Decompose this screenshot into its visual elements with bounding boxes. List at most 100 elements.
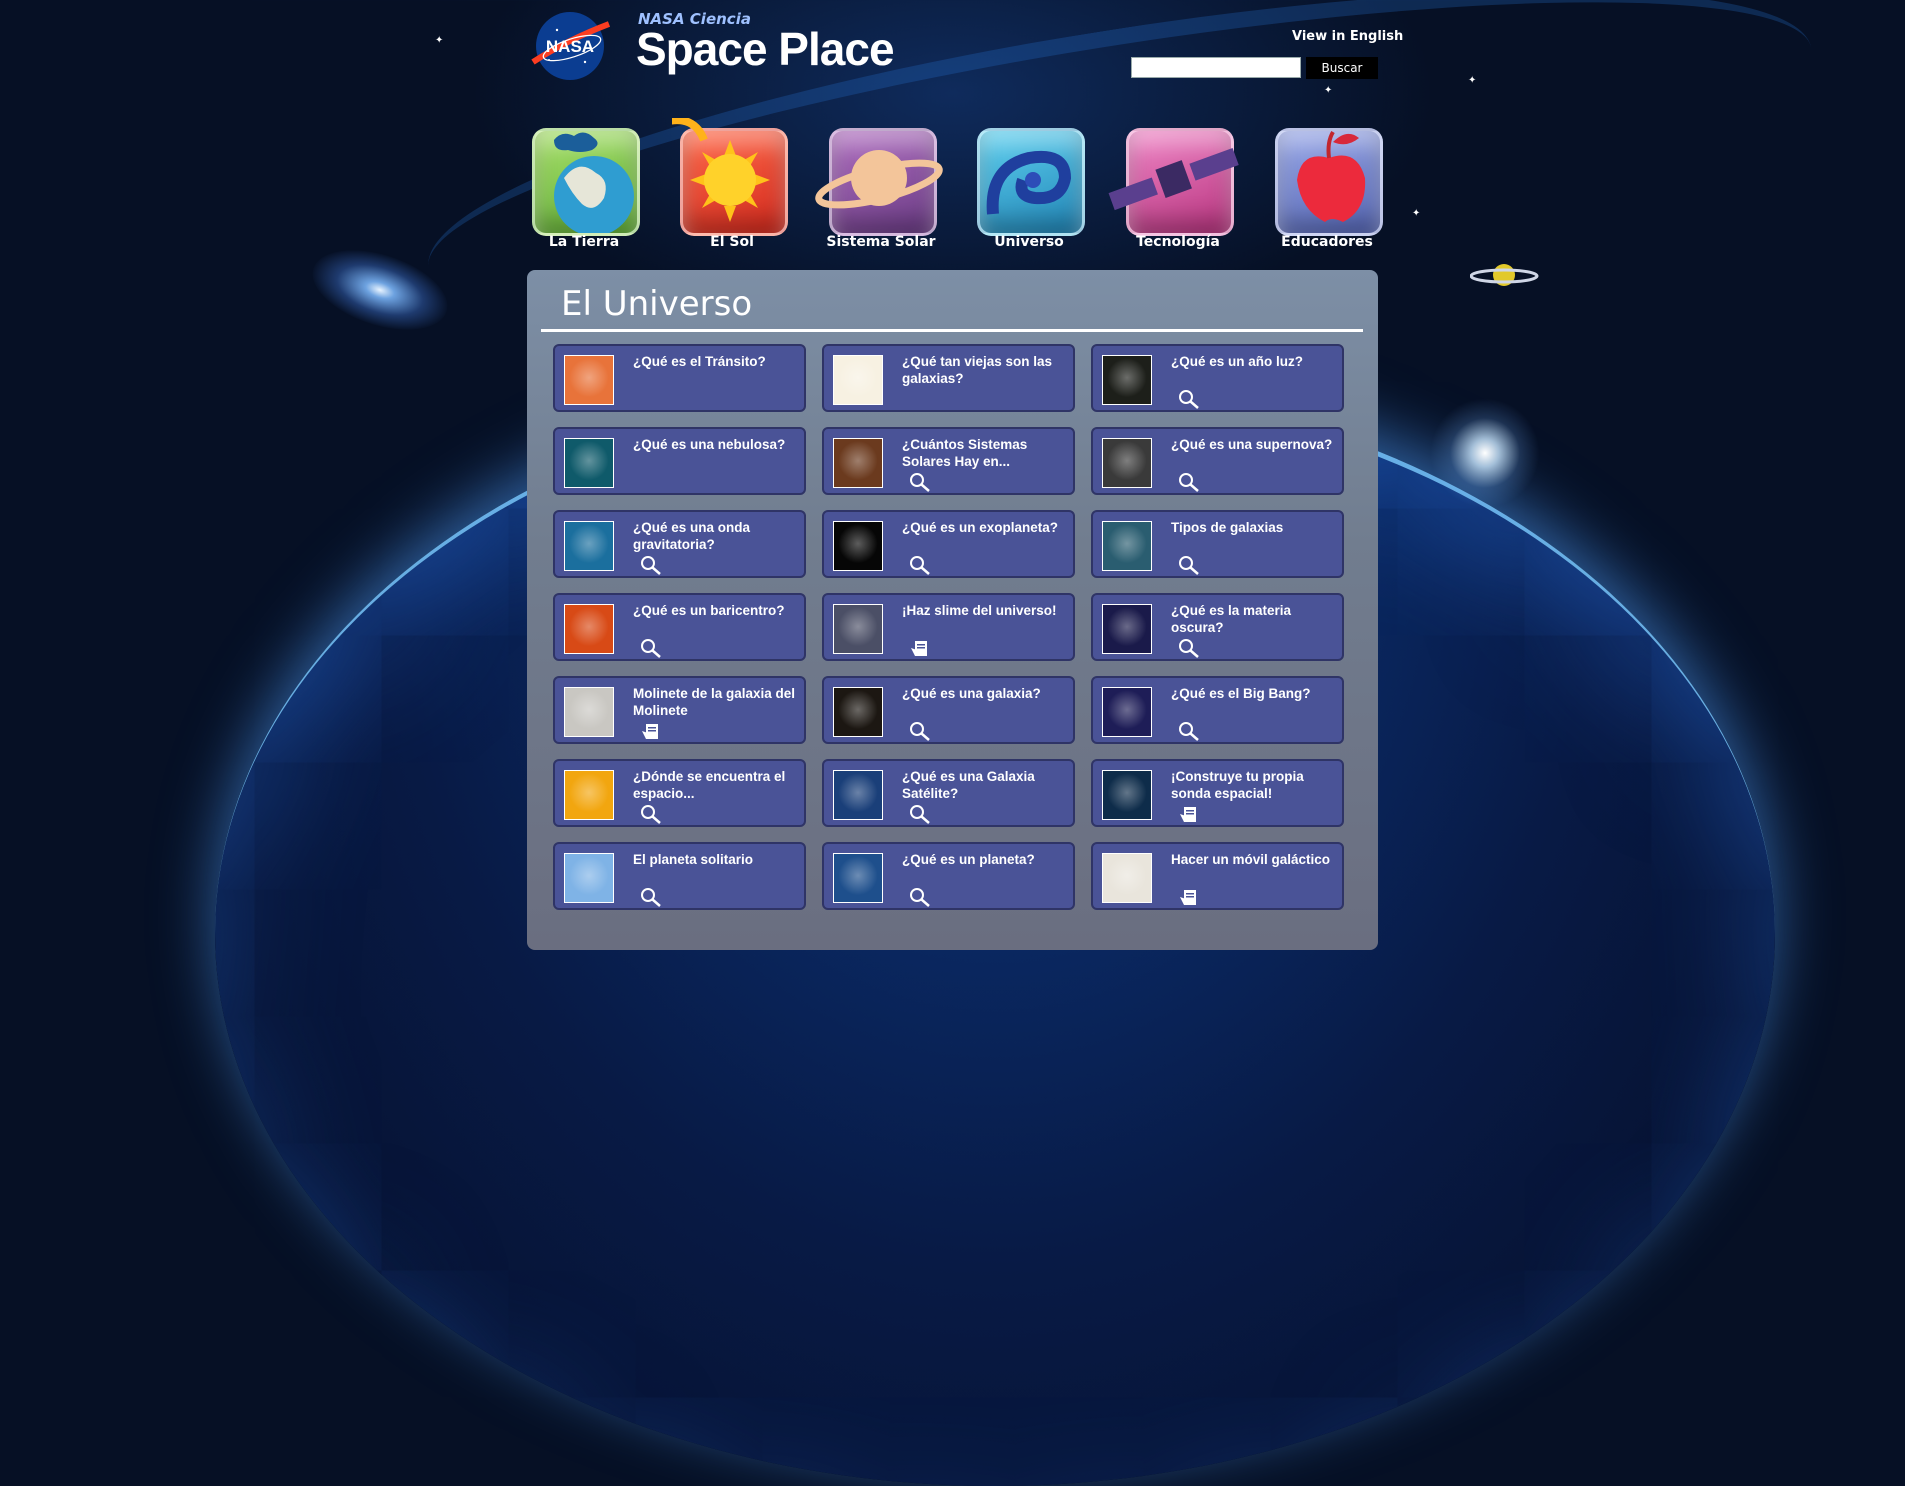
activity-icon [911, 641, 927, 656]
article-card[interactable]: ¿Qué es el Tránsito? [553, 344, 806, 412]
article-card[interactable]: ¿Cuántos Sistemas Solares Hay en... [822, 427, 1075, 495]
magnifier-icon [910, 805, 930, 824]
page-title: El Universo [561, 284, 753, 324]
magnifier-icon [910, 888, 930, 907]
article-title[interactable]: ¿Qué es una galaxia? [902, 685, 1070, 702]
article-title[interactable]: El planeta solitario [633, 851, 801, 868]
article-thumbnail [1102, 604, 1152, 654]
star-decoration: ✦ [1324, 85, 1333, 96]
article-thumbnail [833, 438, 883, 488]
magnifier-icon [1179, 390, 1199, 409]
article-title[interactable]: ¿Qué es un año luz? [1171, 353, 1339, 370]
article-thumbnail [564, 521, 614, 571]
site-logo-title[interactable]: Space Place [636, 22, 895, 76]
article-thumbnail [833, 853, 883, 903]
article-thumbnail [564, 355, 614, 405]
article-thumbnail [564, 604, 614, 654]
article-title[interactable]: ¿Qué es el Big Bang? [1171, 685, 1339, 702]
star-flare-decoration [1430, 398, 1540, 508]
article-title[interactable]: Hacer un móvil galáctico [1171, 851, 1339, 868]
activity-icon [1180, 890, 1196, 905]
article-card[interactable]: ¿Qué es una supernova? [1091, 427, 1344, 495]
activity-icon [1180, 807, 1196, 822]
magnifier-icon [641, 888, 661, 907]
article-thumbnail [564, 770, 614, 820]
article-title[interactable]: ¿Dónde se encuentra el espacio... [633, 768, 801, 802]
article-card[interactable]: ¿Qué es un planeta? [822, 842, 1075, 910]
nav-label: Universo [994, 234, 1064, 250]
article-title[interactable]: ¡Haz slime del universo! [902, 602, 1070, 619]
article-thumbnail [833, 604, 883, 654]
magnifier-icon [641, 556, 661, 575]
magnifier-icon [910, 722, 930, 741]
magnifier-icon [641, 805, 661, 824]
article-thumbnail [1102, 853, 1152, 903]
search-input[interactable] [1131, 57, 1301, 78]
article-thumbnail [1102, 687, 1152, 737]
article-title[interactable]: ¿Qué es un baricentro? [633, 602, 801, 619]
article-card[interactable]: Hacer un móvil galáctico [1091, 842, 1344, 910]
magnifier-icon [910, 556, 930, 575]
article-title[interactable]: ¿Qué es una nebulosa? [633, 436, 801, 453]
article-thumbnail [1102, 521, 1152, 571]
article-card[interactable]: ¿Qué es una nebulosa? [553, 427, 806, 495]
article-title[interactable]: ¿Qué es el Tránsito? [633, 353, 801, 370]
article-thumbnail [833, 687, 883, 737]
article-card[interactable]: ¡Construye tu propia sonda espacial! [1091, 759, 1344, 827]
article-card[interactable]: ¿Qué es la materia oscura? [1091, 593, 1344, 661]
nav-label: El Sol [710, 234, 754, 250]
star-decoration: ✦ [435, 35, 444, 46]
magnifier-icon [910, 473, 930, 492]
apple-icon [1297, 130, 1366, 222]
search-button[interactable]: Buscar [1306, 57, 1378, 79]
view-in-english-link[interactable]: View in English [1292, 29, 1403, 44]
svg-text:NASA: NASA [546, 37, 594, 56]
article-title[interactable]: ¿Qué es un planeta? [902, 851, 1070, 868]
article-title[interactable]: ¿Qué tan viejas son las galaxias? [902, 353, 1070, 387]
nasa-logo[interactable]: NASA [527, 10, 613, 82]
article-card[interactable]: ¿Qué es un baricentro? [553, 593, 806, 661]
nav-label: Educadores [1281, 234, 1373, 250]
star-decoration: ✦ [1468, 75, 1477, 86]
article-card[interactable]: ¿Qué tan viejas son las galaxias? [822, 344, 1075, 412]
article-card[interactable]: ¿Qué es un año luz? [1091, 344, 1344, 412]
article-card[interactable]: ¿Qué es una onda gravitatoria? [553, 510, 806, 578]
magnifier-icon [1179, 473, 1199, 492]
article-card[interactable]: ¿Qué es un exoplaneta? [822, 510, 1075, 578]
article-title[interactable]: ¿Qué es un exoplaneta? [902, 519, 1070, 536]
ringed-planet-decoration [1470, 264, 1539, 286]
sun-icon [672, 118, 770, 222]
article-title[interactable]: Tipos de galaxias [1171, 519, 1339, 536]
galaxy-icon [986, 151, 1072, 215]
article-card[interactable]: ¿Qué es el Big Bang? [1091, 676, 1344, 744]
article-title[interactable]: ¿Qué es la materia oscura? [1171, 602, 1339, 636]
title-divider [541, 329, 1363, 332]
article-card[interactable]: ¿Qué es una Galaxia Satélite? [822, 759, 1075, 827]
article-card[interactable]: Molinete de la galaxia del Molinete [553, 676, 806, 744]
saturn-icon [815, 150, 943, 209]
content-panel: El Universo ¿Qué es el Tránsito? ¿Qué tan… [527, 270, 1378, 950]
nav-label: La Tierra [548, 234, 620, 250]
magnifier-icon [641, 639, 661, 658]
article-title[interactable]: Molinete de la galaxia del Molinete [633, 685, 801, 719]
article-title[interactable]: ¿Cuántos Sistemas Solares Hay en... [902, 436, 1070, 470]
article-card[interactable]: ¡Haz slime del universo! [822, 593, 1075, 661]
article-thumbnail [564, 687, 614, 737]
magnifier-icon [1179, 639, 1199, 658]
article-thumbnail [1102, 438, 1152, 488]
article-card[interactable]: El planeta solitario [553, 842, 806, 910]
earth-icon [554, 132, 634, 233]
article-card[interactable]: ¿Qué es una galaxia? [822, 676, 1075, 744]
star-decoration: ✦ [1412, 208, 1421, 219]
article-thumbnail [1102, 355, 1152, 405]
article-title[interactable]: ¿Qué es una supernova? [1171, 436, 1339, 453]
magnifier-icon [1179, 722, 1199, 741]
article-title[interactable]: ¿Qué es una Galaxia Satélite? [902, 768, 1070, 802]
article-title[interactable]: ¡Construye tu propia sonda espacial! [1171, 768, 1339, 802]
article-thumbnail [1102, 770, 1152, 820]
article-title[interactable]: ¿Qué es una onda gravitatoria? [633, 519, 801, 553]
article-card[interactable]: Tipos de galaxias [1091, 510, 1344, 578]
article-thumbnail [833, 355, 883, 405]
article-card[interactable]: ¿Dónde se encuentra el espacio... [553, 759, 806, 827]
article-thumbnail [564, 853, 614, 903]
